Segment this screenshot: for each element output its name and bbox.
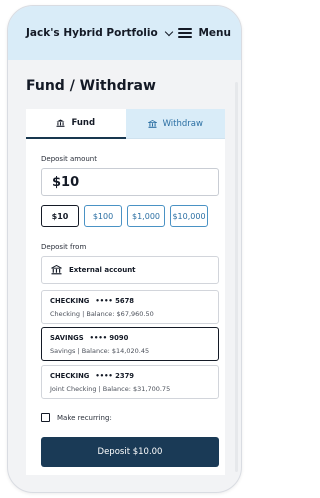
account-savings-9090[interactable]: SAVINGS •••• 9090 Savings | Balance: $14…: [41, 327, 219, 361]
account-type: SAVINGS: [50, 334, 84, 342]
portfolio-name: Jack's Hybrid Portfolio: [26, 27, 158, 39]
menu-button[interactable]: Menu: [178, 27, 231, 39]
account-detail: Joint Checking | Balance: $31,700.75: [50, 385, 171, 393]
account-type: CHECKING: [50, 297, 90, 305]
account-detail: Checking | Balance: $67,960.50: [50, 310, 154, 318]
tab-fund[interactable]: Fund: [26, 109, 126, 139]
external-account-option[interactable]: External account: [41, 256, 219, 284]
account-mask: •••• 5678: [95, 297, 135, 305]
deposit-amount-input[interactable]: $10: [41, 168, 219, 196]
preset-100-button[interactable]: $100: [84, 205, 122, 227]
account-title: CHECKING •••• 5678: [50, 297, 218, 305]
account-title: CHECKING •••• 2379: [50, 372, 218, 380]
account-type: CHECKING: [50, 372, 90, 380]
account-mask: •••• 2379: [95, 372, 135, 380]
deposit-from-label: Deposit from: [41, 243, 87, 251]
portfolio-selector[interactable]: Jack's Hybrid Portfolio: [26, 27, 173, 39]
bank-icon: [56, 119, 65, 127]
fund-form: Deposit amount $10 $10 $100 $1,000 $10,0…: [26, 139, 225, 475]
preset-1000-button[interactable]: $1,000: [127, 205, 165, 227]
account-checking-2379[interactable]: CHECKING •••• 2379 Joint Checking | Bala…: [41, 365, 219, 399]
phone-frame: Jack's Hybrid Portfolio Menu Fund / With…: [7, 5, 242, 493]
top-bar: Jack's Hybrid Portfolio Menu: [8, 6, 241, 60]
account-detail: Savings | Balance: $14,020.45: [50, 347, 150, 355]
bank-icon: [147, 119, 157, 128]
preset-10-button[interactable]: $10: [41, 205, 79, 227]
tab-withdraw-label: Withdraw: [162, 118, 203, 129]
tab-fund-label: Fund: [71, 118, 96, 128]
make-recurring-row: Make recurring:: [41, 413, 112, 422]
scrollbar[interactable]: [235, 82, 238, 472]
chevron-down-icon: [164, 27, 173, 36]
page-title: Fund / Withdraw: [26, 78, 156, 94]
make-recurring-label: Make recurring:: [57, 413, 112, 422]
preset-10000-button[interactable]: $10,000: [170, 205, 208, 227]
preset-amounts: $10 $100 $1,000 $10,000: [41, 205, 208, 227]
deposit-button[interactable]: Deposit $10.00: [41, 437, 219, 467]
account-title: SAVINGS •••• 9090: [50, 334, 218, 342]
bank-icon: [51, 265, 62, 275]
menu-label: Menu: [198, 27, 231, 39]
account-mask: •••• 9090: [89, 334, 129, 342]
deposit-amount-label: Deposit amount: [41, 155, 97, 163]
make-recurring-checkbox[interactable]: [41, 413, 50, 422]
tab-bar: Fund Withdraw: [26, 109, 225, 139]
account-checking-5678[interactable]: CHECKING •••• 5678 Checking | Balance: $…: [41, 290, 219, 324]
hamburger-icon: [178, 28, 193, 38]
external-account-label: External account: [69, 266, 136, 274]
tab-withdraw[interactable]: Withdraw: [125, 109, 225, 139]
